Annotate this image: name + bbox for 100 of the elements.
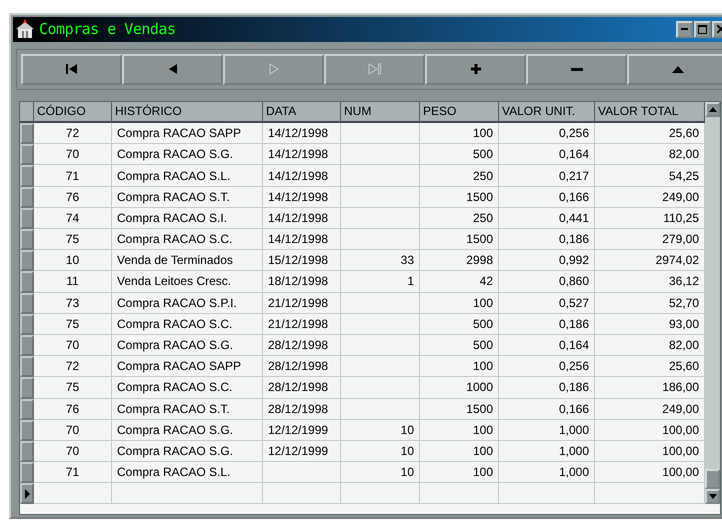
first-button[interactable] — [21, 54, 122, 85]
table-cell: 72 — [34, 356, 112, 378]
table-cell: 76 — [34, 398, 112, 420]
table-cell: 0,186 — [499, 377, 595, 398]
column-header[interactable]: CÓDIGO — [34, 102, 112, 124]
table-cell: 12/12/1999 — [263, 440, 341, 462]
table-cell: 93,00 — [595, 314, 705, 335]
table-cell: 279,00 — [595, 229, 705, 250]
table-cell: 100 — [420, 462, 499, 484]
window-title: Compras e Vendas — [39, 20, 176, 38]
table-cell: 100,00 — [595, 420, 705, 441]
table-cell: 70 — [34, 334, 112, 356]
table-cell: 14/12/1998 — [263, 186, 341, 208]
table-cell: 0,441 — [499, 208, 595, 229]
table-cell: 18/12/1998 — [263, 271, 341, 293]
table-cell: 14/12/1998 — [263, 229, 341, 250]
table-cell: 76 — [34, 186, 112, 208]
table-cell: 0,256 — [499, 123, 595, 144]
minimize-button[interactable] — [676, 20, 693, 38]
table-cell: 1500 — [420, 229, 499, 250]
table-cell: 0,164 — [499, 334, 595, 356]
table-cell: Compra RACAO S.L. — [112, 165, 263, 187]
table-cell: 0,217 — [499, 165, 595, 187]
table-cell: 73 — [34, 292, 112, 314]
table-cell: 14/12/1998 — [263, 144, 341, 166]
table-cell: 10 — [34, 250, 112, 272]
maximize-button[interactable] — [694, 20, 711, 38]
table-cell: Compra RACAO S.T. — [112, 186, 263, 208]
table-cell: 500 — [420, 334, 499, 356]
table-cell: 250 — [420, 208, 499, 229]
table-cell: 14/12/1998 — [263, 123, 341, 144]
scroll-thumb[interactable] — [705, 469, 720, 490]
table-cell: 0,166 — [499, 398, 595, 420]
table-cell: 0,527 — [499, 292, 595, 314]
current-row-icon — [24, 488, 30, 499]
table-cell: 100,00 — [595, 440, 705, 462]
insert-button[interactable] — [425, 54, 526, 85]
table-cell: Compra RACAO S.C. — [112, 229, 263, 250]
table-cell: 0,166 — [499, 186, 595, 208]
down-arrow-icon — [708, 494, 716, 500]
table-cell: 1,000 — [499, 440, 595, 462]
table-cell: Compra RACAO S.T. — [112, 398, 263, 420]
table-cell: 10 — [341, 462, 420, 484]
table-cell: 1,000 — [499, 420, 595, 441]
column-header[interactable]: VALOR TOTAL — [595, 102, 705, 124]
table-cell: 100,00 — [595, 462, 705, 484]
table-cell: 0,256 — [499, 356, 595, 378]
table-cell: 0,164 — [499, 144, 595, 166]
table-cell: 25,60 — [595, 123, 705, 144]
table-cell: 70 — [34, 440, 112, 462]
table-cell: Compra RACAO S.G. — [112, 144, 263, 166]
table-cell: 11 — [34, 271, 112, 293]
table-cell: 21/12/1998 — [263, 314, 341, 335]
table-cell: 21/12/1998 — [263, 292, 341, 314]
table-cell: Compra RACAO S.C. — [112, 377, 263, 398]
table-cell: 75 — [34, 229, 112, 250]
table-cell: 0,992 — [499, 250, 595, 272]
table-cell: Compra RACAO S.C. — [112, 314, 263, 335]
table-cell: 1500 — [420, 398, 499, 420]
table-cell: Compra RACAO S.G. — [112, 334, 263, 356]
table-cell: 82,00 — [595, 334, 705, 356]
vertical-scrollbar[interactable] — [705, 102, 720, 504]
table-cell: 54,25 — [595, 165, 705, 187]
up-arrow-icon — [708, 106, 716, 112]
scroll-up-button[interactable] — [705, 102, 720, 117]
table-cell: Venda de Terminados — [112, 250, 263, 272]
table-cell: 1 — [341, 271, 420, 293]
edit-button[interactable] — [627, 54, 722, 85]
column-header[interactable]: VALOR UNIT. — [499, 102, 595, 124]
table-cell: 0,186 — [499, 229, 595, 250]
column-header[interactable]: HISTÓRICO — [112, 102, 263, 124]
column-header[interactable]: NUM — [341, 102, 420, 124]
table-cell: 42 — [420, 271, 499, 293]
table-cell: 36,12 — [595, 271, 705, 293]
table-cell: 1000 — [420, 377, 499, 398]
table-cell: 71 — [34, 462, 112, 484]
prior-button[interactable] — [122, 54, 223, 85]
row-indicator[interactable] — [20, 483, 34, 504]
table-cell: 10 — [341, 440, 420, 462]
table-cell: 100 — [420, 292, 499, 314]
scroll-down-button[interactable] — [705, 489, 720, 504]
column-header[interactable]: DATA — [263, 102, 341, 124]
table-cell: 70 — [34, 144, 112, 166]
table-cell: 1500 — [420, 186, 499, 208]
table-cell: 75 — [34, 377, 112, 398]
table-cell: 1,000 — [499, 462, 595, 484]
table-cell: 100 — [420, 440, 499, 462]
close-icon — [716, 25, 722, 34]
table-cell: 100 — [420, 123, 499, 144]
table-cell: 75 — [34, 314, 112, 335]
table-cell: 15/12/1998 — [263, 250, 341, 272]
table-cell: 249,00 — [595, 398, 705, 420]
table-cell: Compra RACAO S.P.I. — [112, 292, 263, 314]
delete-button[interactable] — [526, 54, 627, 85]
table-cell: 71 — [34, 165, 112, 187]
table-cell: Compra RACAO SAPP — [112, 123, 263, 144]
column-header[interactable]: PESO — [420, 102, 499, 124]
table-cell: 100 — [420, 420, 499, 441]
table-cell: 500 — [420, 144, 499, 166]
barn-icon — [15, 19, 35, 40]
